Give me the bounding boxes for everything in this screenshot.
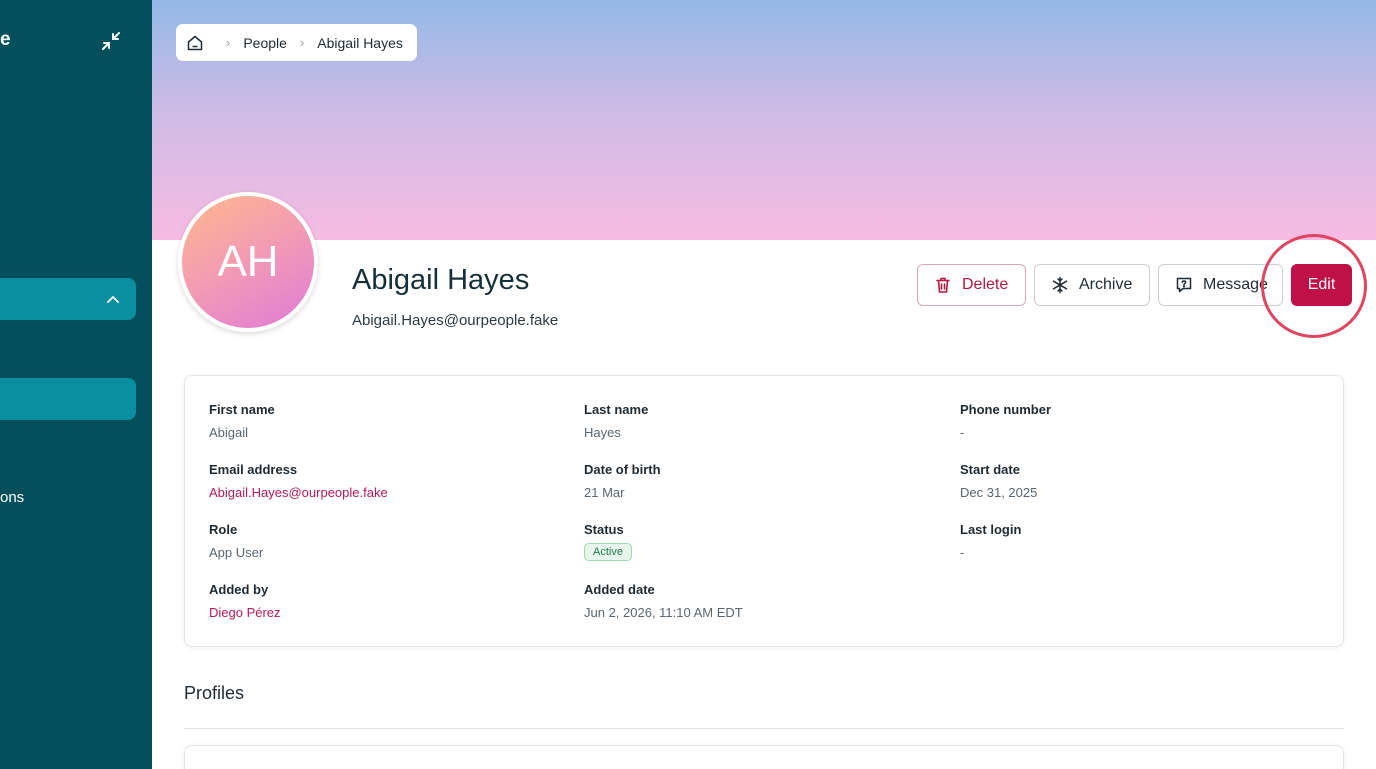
trash-icon bbox=[936, 277, 950, 293]
field-label: Added date bbox=[584, 582, 655, 597]
home-icon[interactable] bbox=[186, 34, 204, 52]
breadcrumb-people[interactable]: People bbox=[243, 35, 287, 51]
breadcrumb-separator: › bbox=[226, 35, 231, 50]
field-label: Added by bbox=[209, 582, 269, 597]
field-last-login: Last login - bbox=[960, 522, 1021, 560]
message-question-icon bbox=[1176, 277, 1192, 293]
breadcrumb-current: Abigail Hayes bbox=[317, 34, 403, 51]
sidebar-item-active[interactable] bbox=[0, 378, 136, 420]
sidebar-item-label[interactable]: ons bbox=[0, 489, 24, 506]
breadcrumb: › People › Abigail Hayes bbox=[176, 24, 417, 61]
field-value: Jun 2, 2026, 11:10 AM EDT bbox=[584, 605, 743, 620]
field-added-by: Added by Diego Pérez bbox=[209, 582, 281, 620]
edit-highlight-circle bbox=[1261, 234, 1367, 338]
archive-label: Archive bbox=[1079, 276, 1133, 293]
chevron-up-icon bbox=[107, 295, 119, 303]
breadcrumb-separator: › bbox=[299, 35, 305, 50]
field-value: - bbox=[960, 545, 965, 560]
field-added-date: Added date Jun 2, 2026, 11:10 AM EDT bbox=[584, 582, 743, 620]
field-label: First name bbox=[209, 402, 275, 417]
field-label: Date of birth bbox=[584, 462, 661, 477]
sidebar: e ons bbox=[0, 0, 152, 769]
profile-email: Abigail.Hayes@ourpeople.fake bbox=[352, 312, 559, 329]
field-label: Role bbox=[209, 522, 238, 537]
collapse-arrows-icon[interactable] bbox=[99, 29, 123, 53]
details-card: First name Abigail Last name Hayes Phone… bbox=[184, 375, 1344, 647]
added-by-link[interactable]: Diego Pérez bbox=[209, 605, 281, 620]
field-label: Status bbox=[584, 522, 624, 537]
field-label: Email address bbox=[209, 462, 298, 477]
email-link[interactable]: Abigail.Hayes@ourpeople.fake bbox=[209, 485, 388, 500]
field-label: Start date bbox=[960, 462, 1020, 477]
sidebar-item-expanded[interactable] bbox=[0, 278, 136, 320]
profile-name: Abigail Hayes bbox=[352, 264, 530, 296]
field-value: 21 Mar bbox=[584, 485, 625, 500]
field-last-name: Last name Hayes bbox=[584, 402, 648, 440]
profiles-card bbox=[184, 745, 1344, 769]
field-value: Abigail bbox=[209, 425, 249, 440]
delete-button[interactable]: Delete bbox=[917, 264, 1026, 306]
sidebar-title: e bbox=[0, 29, 11, 50]
field-label: Last login bbox=[960, 522, 1022, 537]
profiles-heading: Profiles bbox=[184, 683, 245, 703]
archive-button[interactable]: Archive bbox=[1034, 264, 1150, 306]
field-value: - bbox=[960, 425, 965, 440]
field-value: Hayes bbox=[584, 425, 621, 440]
field-start-date: Start date Dec 31, 2025 bbox=[960, 462, 1037, 500]
field-role: Role App User bbox=[209, 522, 263, 560]
delete-label: Delete bbox=[962, 276, 1009, 293]
field-status: Status Active bbox=[584, 522, 632, 561]
field-phone: Phone number - bbox=[960, 402, 1051, 440]
snowflake-icon bbox=[1052, 276, 1068, 294]
field-value: Dec 31, 2025 bbox=[960, 485, 1038, 500]
status-badge: Active bbox=[584, 543, 632, 561]
message-label: Message bbox=[1203, 276, 1268, 293]
avatar: AH bbox=[178, 192, 318, 332]
field-value: App User bbox=[209, 545, 264, 560]
field-date-of-birth: Date of birth 21 Mar bbox=[584, 462, 661, 500]
field-label: Phone number bbox=[960, 402, 1052, 417]
field-first-name: First name Abigail bbox=[209, 402, 275, 440]
field-label: Last name bbox=[584, 402, 649, 417]
section-divider bbox=[184, 728, 1344, 729]
field-email: Email address Abigail.Hayes@ourpeople.fa… bbox=[209, 462, 388, 500]
